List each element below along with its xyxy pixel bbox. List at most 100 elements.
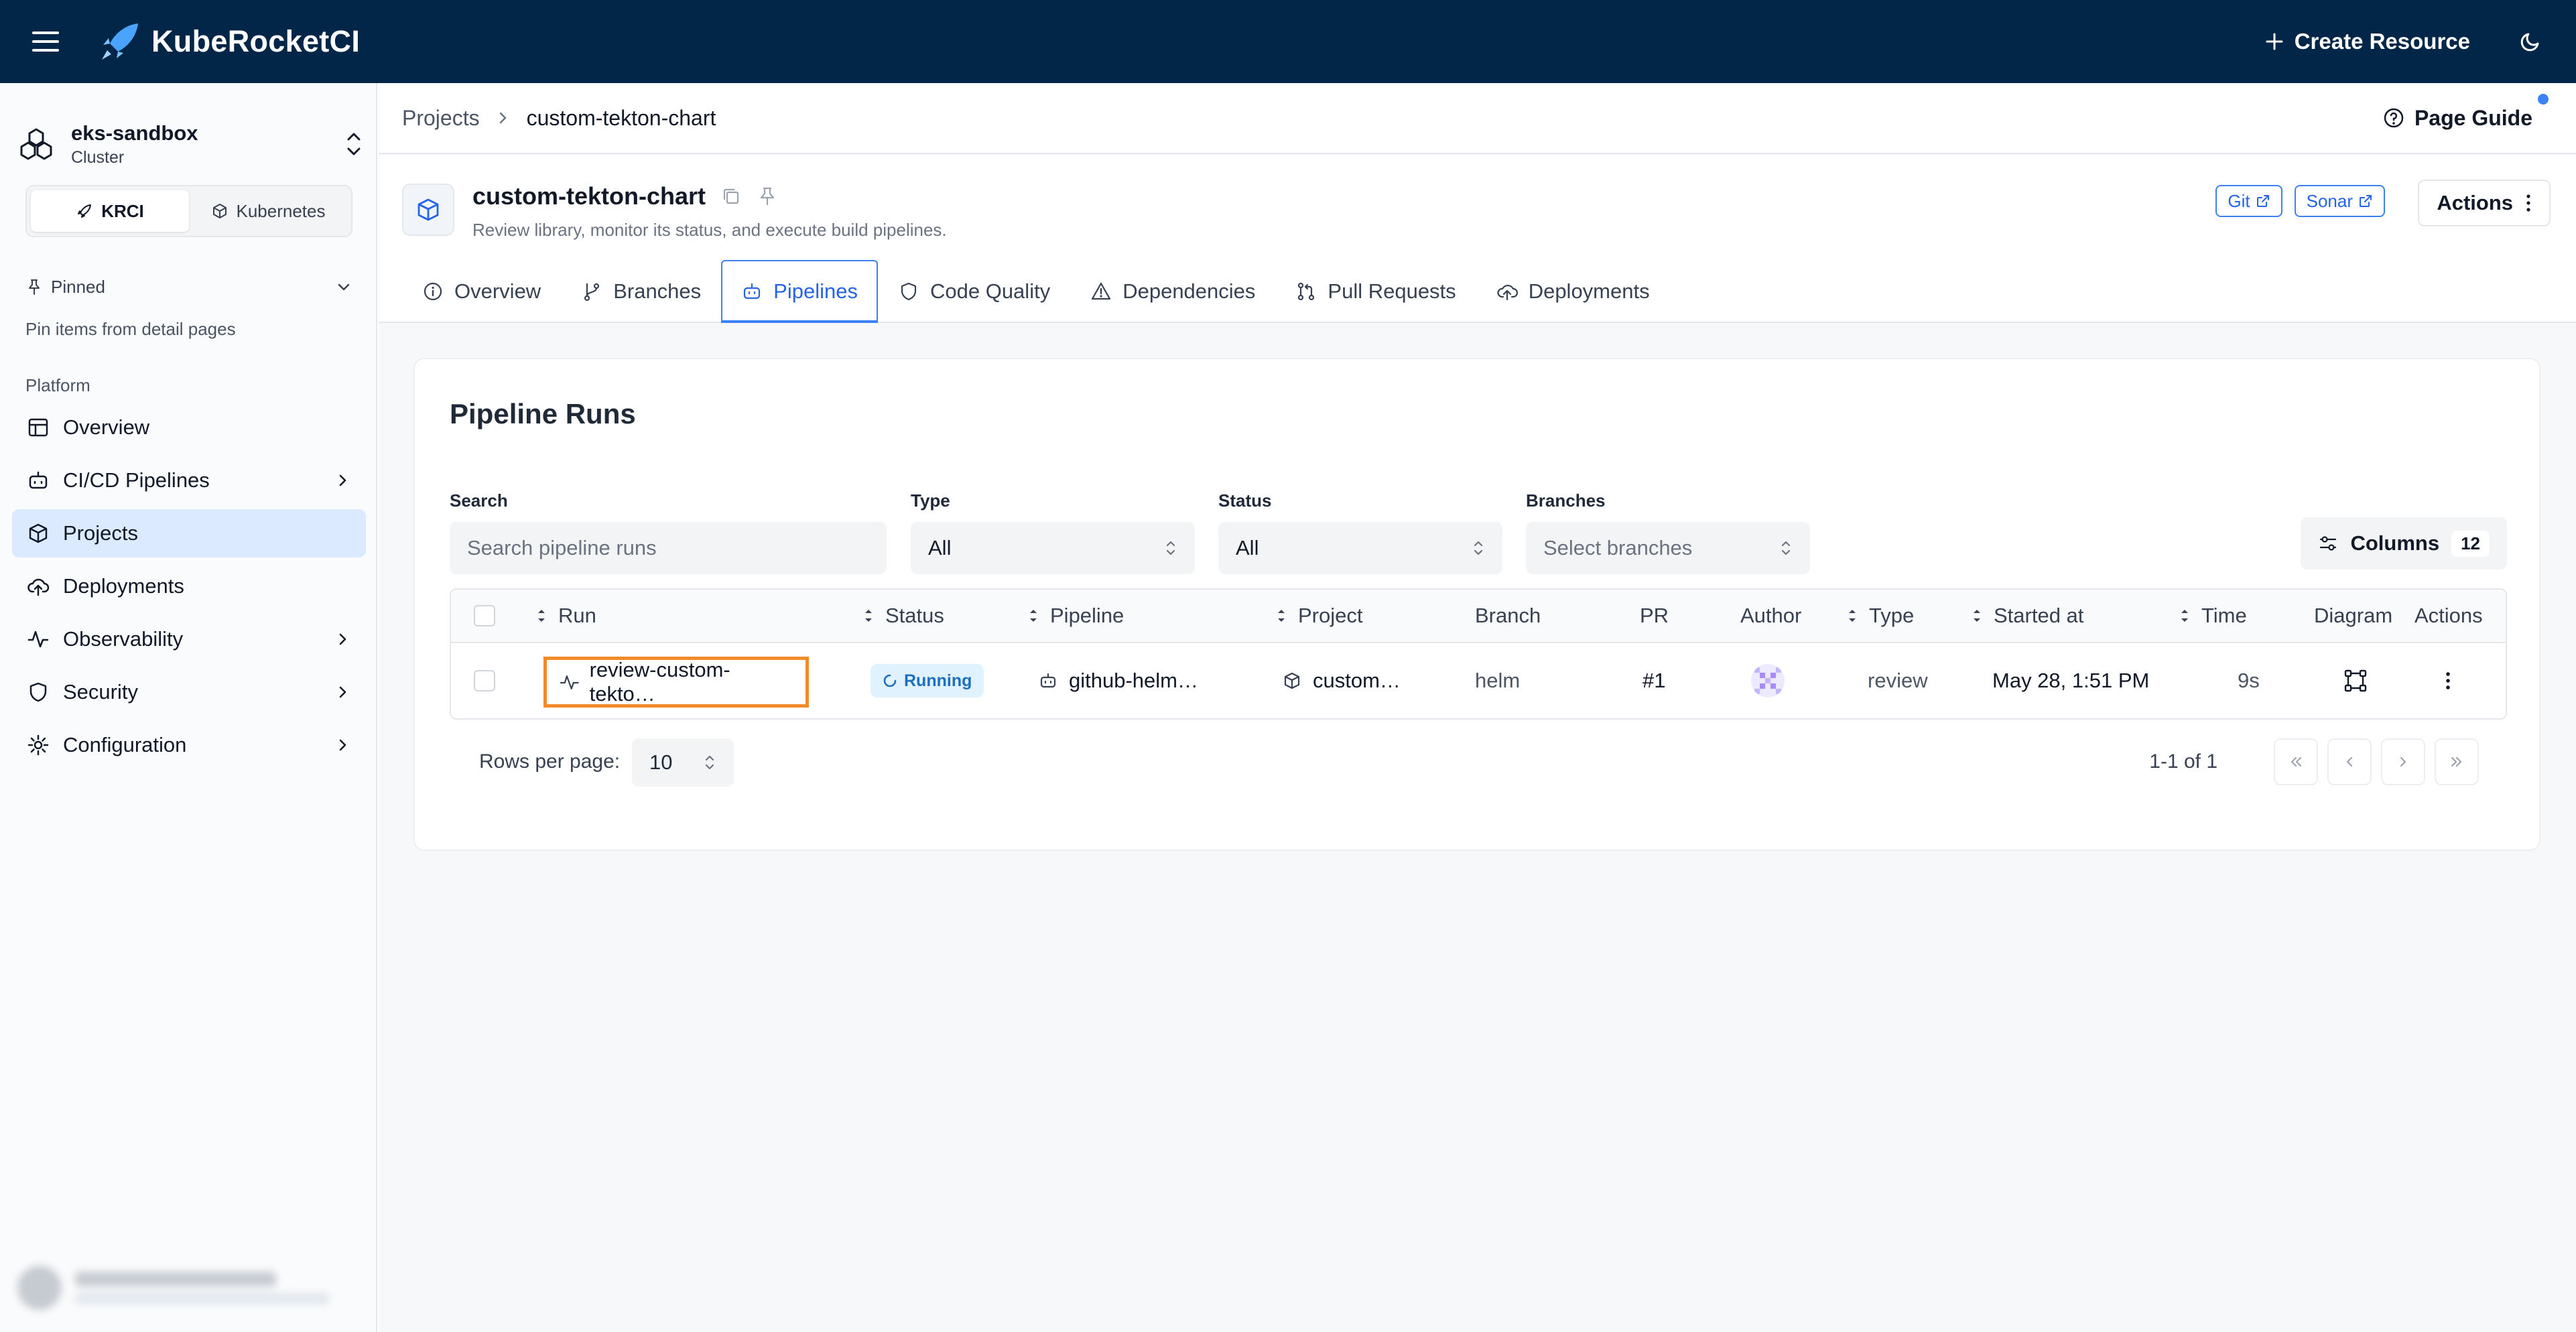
- select-all-checkbox[interactable]: [474, 605, 495, 626]
- column-header-label: Type: [1869, 604, 1915, 627]
- tab-overview[interactable]: Overview: [402, 260, 561, 322]
- cluster-switcher[interactable]: eks-sandbox Cluster: [19, 107, 367, 181]
- identicon-icon: [1754, 667, 1781, 694]
- tab-deployments[interactable]: Deployments: [1476, 260, 1670, 322]
- type-select[interactable]: All: [911, 522, 1195, 574]
- column-header-run[interactable]: Run: [534, 590, 596, 642]
- run-link[interactable]: review-custom-tekto…: [543, 657, 809, 708]
- pin-icon[interactable]: [757, 186, 778, 207]
- sidebar-item-configuration[interactable]: Configuration: [12, 721, 366, 769]
- status-filter: Status All: [1218, 490, 1502, 574]
- tab-branches[interactable]: Branches: [561, 260, 721, 322]
- git-link[interactable]: Git: [2215, 185, 2282, 217]
- project-link[interactable]: custom…: [1313, 669, 1401, 693]
- chevron-right-icon: [339, 739, 346, 751]
- column-header-label: Project: [1298, 604, 1363, 627]
- create-resource-button[interactable]: Create Resource: [2265, 29, 2470, 54]
- sidebar-item-cicd-pipelines[interactable]: CI/CD Pipelines: [12, 456, 366, 505]
- page-title: custom-tekton-chart: [472, 182, 706, 210]
- box-icon: [29, 523, 48, 543]
- bot-icon: [1040, 673, 1056, 688]
- last-page-button[interactable]: [2435, 738, 2479, 785]
- mode-krci-label: KRCI: [101, 200, 144, 221]
- sort-icon: [1974, 610, 1980, 622]
- column-header-pr: PR: [1640, 590, 1669, 642]
- mode-kubernetes[interactable]: Kubernetes: [189, 190, 347, 232]
- mode-krci[interactable]: KRCI: [31, 190, 189, 232]
- type-label: Type: [911, 490, 950, 511]
- sidebar-item-observability[interactable]: Observability: [12, 615, 366, 663]
- user-name-redacted: [75, 1272, 276, 1286]
- pagination: Rows per page: 10 1-1 of 1: [450, 734, 2507, 789]
- search-filter: Search: [450, 490, 887, 574]
- column-header-label: Author: [1740, 604, 1802, 627]
- copy-icon[interactable]: [720, 186, 742, 207]
- table-row: review-custom-tekto… Running github-helm…: [451, 643, 2506, 718]
- column-header-started-at[interactable]: Started at: [1970, 590, 2083, 642]
- search-input[interactable]: [450, 522, 887, 574]
- first-page-button[interactable]: [2274, 738, 2318, 785]
- rocket-icon: [78, 204, 92, 218]
- pipeline-runs-table: Run Status Pipeline Project Branch PR Au…: [450, 588, 2507, 720]
- page-guide-button[interactable]: Page Guide: [2382, 93, 2549, 131]
- more-vertical-icon[interactable]: [2444, 669, 2452, 692]
- sidebar-item-deployments[interactable]: Deployments: [12, 562, 366, 610]
- menu-button[interactable]: [25, 21, 66, 62]
- page-description: Review library, monitor its status, and …: [472, 220, 947, 240]
- create-resource-label: Create Resource: [2294, 29, 2470, 54]
- pr-link[interactable]: #1: [1643, 643, 1665, 718]
- column-header-project[interactable]: Project: [1274, 590, 1362, 642]
- column-header-status[interactable]: Status: [861, 590, 944, 642]
- column-header-pipeline[interactable]: Pipeline: [1026, 590, 1124, 642]
- tab-dependencies[interactable]: Dependencies: [1070, 260, 1275, 322]
- chevrons-up-down-icon: [1781, 541, 1791, 555]
- tab-code-quality[interactable]: Code Quality: [878, 260, 1070, 322]
- table-header: Run Status Pipeline Project Branch PR Au…: [451, 590, 2506, 643]
- sidebar-item-security[interactable]: Security: [12, 668, 366, 716]
- row-checkbox[interactable]: [474, 670, 495, 691]
- sonar-link[interactable]: Sonar: [2294, 185, 2385, 217]
- next-page-button[interactable]: [2381, 738, 2425, 785]
- previous-page-button[interactable]: [2327, 738, 2372, 785]
- git-link-label: Git: [2228, 190, 2250, 211]
- branches-label: Branches: [1526, 490, 1606, 511]
- pipeline-link[interactable]: github-helm…: [1069, 669, 1198, 693]
- chevron-down-icon: [338, 283, 350, 291]
- tab-bar: Overview Branches Pipelines Code Quality…: [402, 260, 1670, 323]
- columns-button[interactable]: Columns 12: [2301, 517, 2507, 570]
- status-badge: Running: [871, 664, 984, 697]
- tab-pipelines[interactable]: Pipelines: [721, 260, 878, 323]
- theme-toggle-button[interactable]: [2510, 21, 2551, 62]
- avatar: [17, 1266, 62, 1310]
- sidebar-item-projects[interactable]: Projects: [12, 509, 366, 557]
- pagination-range: 1-1 of 1: [2149, 750, 2217, 773]
- sidebar-item-overview[interactable]: Overview: [12, 403, 366, 452]
- sidebar: eks-sandbox Cluster KRCI Kubernetes Pinn…: [0, 83, 377, 1332]
- column-header-type[interactable]: Type: [1845, 590, 1914, 642]
- git-branch-icon: [584, 283, 600, 302]
- status-select[interactable]: All: [1218, 522, 1502, 574]
- actions-button[interactable]: Actions: [2418, 180, 2551, 226]
- chevron-right-icon: [339, 686, 346, 698]
- author-avatar: [1751, 664, 1785, 697]
- column-header-label: Status: [885, 604, 944, 627]
- pin-icon: [29, 279, 40, 295]
- breadcrumb-projects[interactable]: Projects: [402, 106, 480, 131]
- mode-kubernetes-label: Kubernetes: [236, 200, 326, 221]
- tab-label: Overview: [454, 279, 541, 303]
- sidebar-item-label: Observability: [63, 627, 184, 651]
- git-pull-request-icon: [1298, 282, 1315, 301]
- more-vertical-icon: [2526, 194, 2530, 212]
- app-title: KubeRocketCI: [151, 24, 361, 58]
- sort-icon: [1278, 610, 1285, 622]
- column-header-time[interactable]: Time: [2177, 590, 2247, 642]
- chevrons-up-down-icon: [705, 755, 714, 770]
- cloud-upload-icon: [1497, 285, 1518, 301]
- app-logo[interactable]: KubeRocketCI: [99, 21, 360, 62]
- rows-per-page-select[interactable]: 10: [632, 738, 734, 787]
- tab-pull-requests[interactable]: Pull Requests: [1275, 260, 1476, 322]
- branches-select[interactable]: Select branches: [1526, 522, 1810, 574]
- user-profile[interactable]: [8, 1254, 370, 1321]
- diagram-icon[interactable]: [2343, 669, 2368, 693]
- pinned-toggle[interactable]: Pinned: [25, 272, 352, 302]
